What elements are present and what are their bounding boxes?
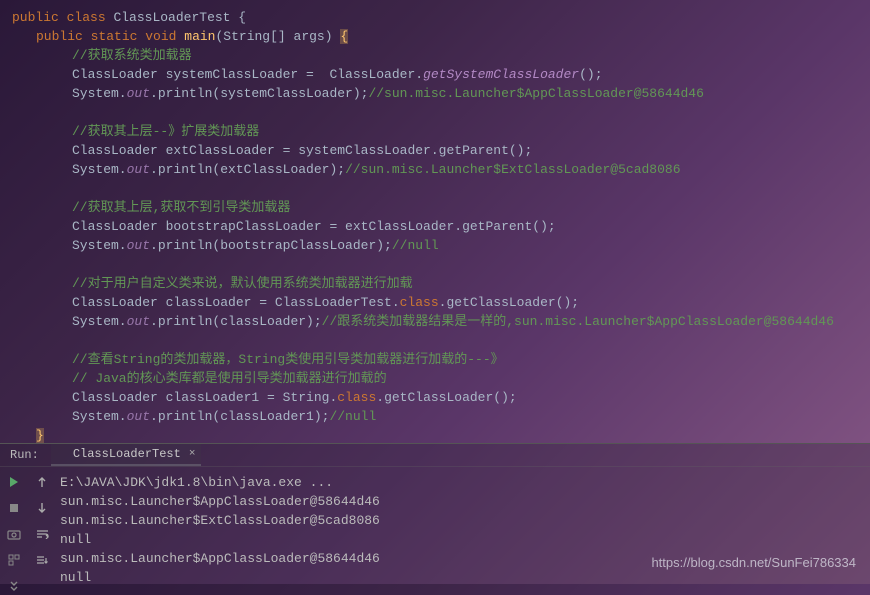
code-line: System.out.println(bootstrapClassLoader)… <box>8 236 870 255</box>
run-header: Run: ClassLoaderTest × <box>0 444 870 467</box>
code-line: ClassLoader extClassLoader = systemClass… <box>8 141 870 160</box>
camera-icon[interactable] <box>5 525 23 543</box>
output-line: E:\JAVA\JDK\jdk1.8\bin\java.exe ... <box>60 473 866 492</box>
output-line: sun.misc.Launcher$ExtClassLoader@5cad808… <box>60 511 866 530</box>
layout-icon[interactable] <box>5 551 23 569</box>
code-comment: //查看String的类加载器，String类使用引导类加载器进行加载的---》 <box>8 350 870 369</box>
close-icon[interactable]: × <box>189 448 196 460</box>
code-comment: //获取其上层,获取不到引导类加载器 <box>8 198 870 217</box>
stop-icon[interactable] <box>5 499 23 517</box>
code-line: System.out.println(extClassLoader);//sun… <box>8 160 870 179</box>
scroll-icon[interactable] <box>33 551 51 569</box>
code-line: public static void main(String[] args) { <box>8 27 870 46</box>
code-comment: //获取系统类加载器 <box>8 46 870 65</box>
arrow-up-icon[interactable] <box>33 473 51 491</box>
run-toolbar-mid <box>28 467 56 595</box>
output-line: sun.misc.Launcher$AppClassLoader@58644d4… <box>60 492 866 511</box>
play-icon[interactable] <box>5 473 23 491</box>
arrow-down-icon[interactable] <box>33 499 51 517</box>
code-line: System.out.println(classLoader);//跟系统类加载… <box>8 312 870 331</box>
watermark: https://blog.csdn.net/SunFei786334 <box>651 555 856 570</box>
code-line: System.out.println(systemClassLoader);//… <box>8 84 870 103</box>
code-line: ClassLoader classLoader = ClassLoaderTes… <box>8 293 870 312</box>
blank-line <box>8 331 870 350</box>
run-toolbar-left <box>0 467 28 595</box>
code-comment: //获取其上层--》扩展类加载器 <box>8 122 870 141</box>
run-label: Run: <box>4 448 45 462</box>
blank-line <box>8 179 870 198</box>
code-line: ClassLoader systemClassLoader = ClassLoa… <box>8 65 870 84</box>
blank-line <box>8 103 870 122</box>
output-line: null <box>60 530 866 549</box>
output-line: null <box>60 568 866 587</box>
code-line: System.out.println(classLoader1);//null <box>8 407 870 426</box>
code-editor[interactable]: public class ClassLoaderTest { public st… <box>0 0 870 443</box>
run-output[interactable]: E:\JAVA\JDK\jdk1.8\bin\java.exe ... sun.… <box>56 467 870 595</box>
code-line: ClassLoader bootstrapClassLoader = extCl… <box>8 217 870 236</box>
run-tab[interactable]: ClassLoaderTest × <box>51 444 202 466</box>
code-line: ClassLoader classLoader1 = String.class.… <box>8 388 870 407</box>
code-line: public class ClassLoaderTest { <box>8 8 870 27</box>
wrap-icon[interactable] <box>33 525 51 543</box>
code-comment: // Java的核心类库都是使用引导类加载器进行加载的 <box>8 369 870 388</box>
code-comment: //对于用户自定义类来说，默认使用系统类加载器进行加载 <box>8 274 870 293</box>
run-body: E:\JAVA\JDK\jdk1.8\bin\java.exe ... sun.… <box>0 467 870 595</box>
tab-label: ClassLoaderTest <box>73 447 181 461</box>
chevrons-icon[interactable] <box>5 577 23 595</box>
code-line: } <box>8 426 870 443</box>
blank-line <box>8 255 870 274</box>
